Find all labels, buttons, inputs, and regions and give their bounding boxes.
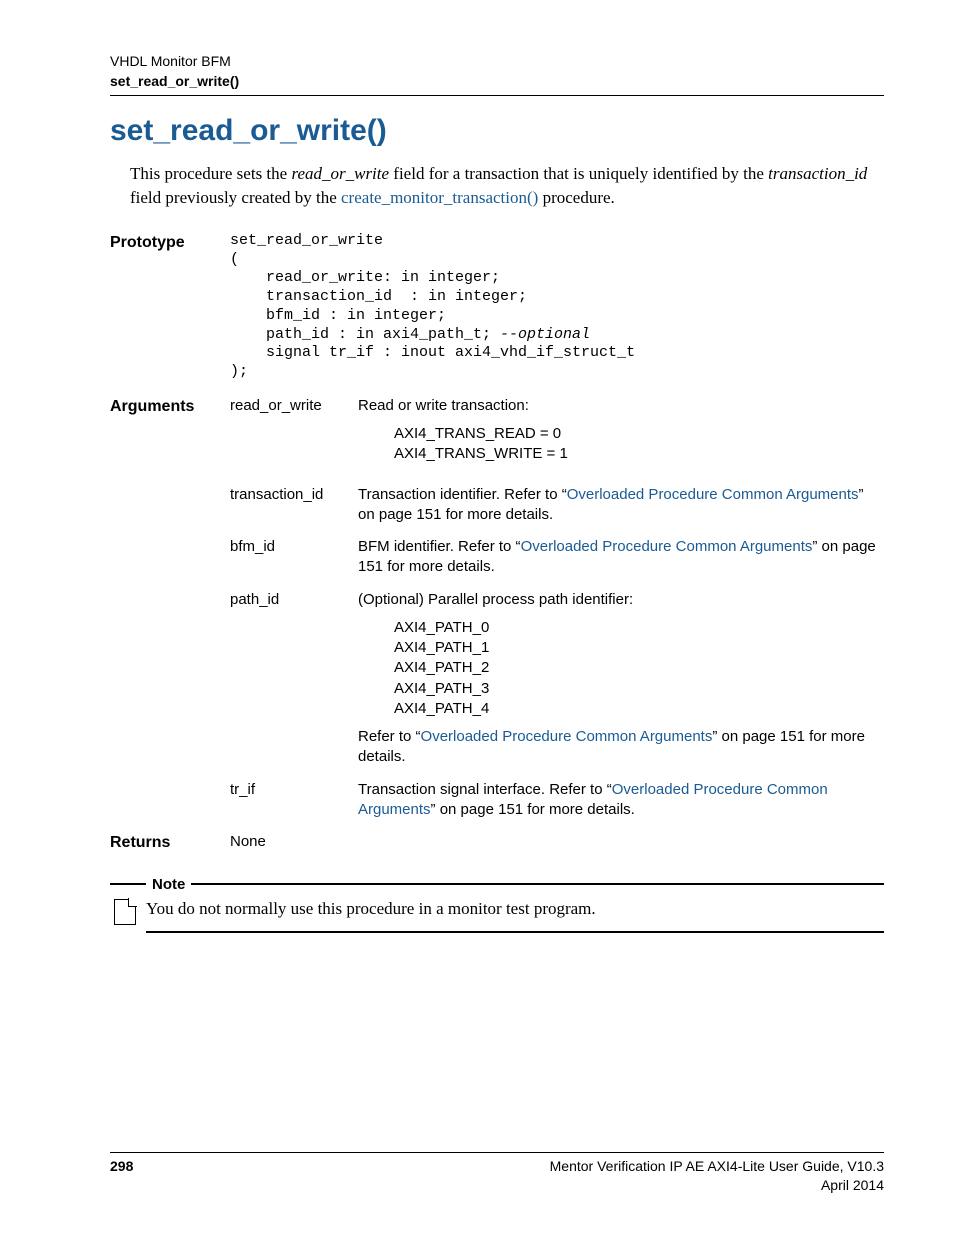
arg-desc-text: ” on page 151 for more details. bbox=[431, 801, 635, 818]
label-prototype: Prototype bbox=[110, 232, 230, 396]
value-path-2: AXI4_PATH_2 bbox=[394, 658, 884, 678]
footer-rule bbox=[110, 1152, 884, 1153]
arg-path-id-name: path_id bbox=[230, 590, 358, 780]
intro-text: This procedure sets the bbox=[130, 164, 291, 183]
label-returns: Returns bbox=[110, 832, 230, 854]
note-rule-right bbox=[191, 883, 884, 885]
arg-desc-text: Read or write transaction: bbox=[358, 397, 529, 414]
intro-text: procedure. bbox=[538, 188, 614, 207]
page-title: set_read_or_write() bbox=[110, 114, 884, 148]
intro-text: field previously created by the bbox=[130, 188, 341, 207]
document-icon bbox=[114, 899, 136, 925]
arg-transaction-id-name: transaction_id bbox=[230, 485, 358, 538]
arg-bfm-id-desc: BFM identifier. Refer to “Overloaded Pro… bbox=[358, 537, 884, 578]
link-overloaded-args[interactable]: Overloaded Procedure Common Arguments bbox=[567, 486, 859, 503]
header-line2: set_read_or_write() bbox=[110, 72, 884, 92]
prototype-code: set_read_or_write ( read_or_write: in in… bbox=[230, 232, 884, 382]
returns-value: None bbox=[230, 832, 358, 854]
value-path-0: AXI4_PATH_0 bbox=[394, 618, 884, 638]
arg-desc-text: Transaction signal interface. Refer to “ bbox=[358, 781, 612, 798]
arg-path-id-values: AXI4_PATH_0 AXI4_PATH_1 AXI4_PATH_2 AXI4… bbox=[394, 618, 884, 719]
intro-italic-2: transaction_id bbox=[768, 164, 867, 183]
label-arguments: Arguments bbox=[110, 396, 230, 485]
note-rule-left bbox=[110, 883, 146, 885]
value-path-4: AXI4_PATH_4 bbox=[394, 699, 884, 719]
value-trans-write: AXI4_TRANS_WRITE = 1 bbox=[394, 444, 884, 464]
running-footer: 298 Mentor Verification IP AE AXI4-Lite … bbox=[110, 1152, 884, 1195]
arg-transaction-id-desc: Transaction identifier. Refer to “Overlo… bbox=[358, 485, 884, 526]
arg-desc-text: BFM identifier. Refer to “ bbox=[358, 538, 521, 555]
arg-read-or-write-values: AXI4_TRANS_READ = 0 AXI4_TRANS_WRITE = 1 bbox=[394, 424, 884, 465]
intro-paragraph: This procedure sets the read_or_write fi… bbox=[130, 162, 884, 210]
footer-date: April 2014 bbox=[550, 1176, 884, 1195]
note-rule-bottom bbox=[146, 931, 884, 933]
value-path-1: AXI4_PATH_1 bbox=[394, 638, 884, 658]
intro-text: field for a transaction that is uniquely… bbox=[389, 164, 768, 183]
arg-desc-text: Transaction identifier. Refer to “ bbox=[358, 486, 567, 503]
link-overloaded-args[interactable]: Overloaded Procedure Common Arguments bbox=[521, 538, 813, 555]
definition-grid: Prototype set_read_or_write ( read_or_wr… bbox=[110, 232, 884, 854]
arg-tr-if-name: tr_if bbox=[230, 780, 358, 833]
link-overloaded-args[interactable]: Overloaded Procedure Common Arguments bbox=[421, 728, 713, 745]
header-rule bbox=[110, 95, 884, 96]
footer-guide: Mentor Verification IP AE AXI4-Lite User… bbox=[550, 1157, 884, 1176]
arg-tr-if-desc: Transaction signal interface. Refer to “… bbox=[358, 780, 884, 821]
value-path-3: AXI4_PATH_3 bbox=[394, 679, 884, 699]
arg-read-or-write-desc: Read or write transaction: AXI4_TRANS_RE… bbox=[358, 396, 884, 473]
page-number: 298 bbox=[110, 1157, 133, 1176]
note-block: Note You do not normally use this proced… bbox=[110, 876, 884, 933]
intro-italic-1: read_or_write bbox=[291, 164, 389, 183]
note-body: You do not normally use this procedure i… bbox=[110, 893, 884, 931]
note-header: Note bbox=[110, 876, 884, 893]
arg-desc-text: Refer to “ bbox=[358, 728, 421, 745]
arg-path-id-desc: (Optional) Parallel process path identif… bbox=[358, 590, 884, 768]
header-line1: VHDL Monitor BFM bbox=[110, 52, 884, 72]
note-text: You do not normally use this procedure i… bbox=[146, 897, 596, 921]
running-header: VHDL Monitor BFM set_read_or_write() bbox=[110, 52, 884, 96]
note-label: Note bbox=[152, 876, 185, 893]
prototype-optional: --optional bbox=[500, 326, 590, 343]
arg-bfm-id-name: bfm_id bbox=[230, 537, 358, 590]
arg-desc-text: (Optional) Parallel process path identif… bbox=[358, 591, 633, 608]
value-trans-read: AXI4_TRANS_READ = 0 bbox=[394, 424, 884, 444]
link-create-monitor-transaction[interactable]: create_monitor_transaction() bbox=[341, 188, 538, 207]
arg-read-or-write-name: read_or_write bbox=[230, 396, 358, 485]
